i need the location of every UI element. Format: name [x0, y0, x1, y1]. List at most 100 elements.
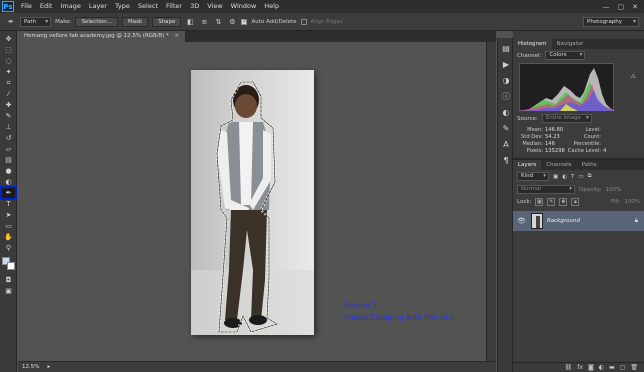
- gear-icon[interactable]: ⚙: [227, 17, 237, 27]
- menu-select[interactable]: Select: [134, 0, 162, 13]
- opacity-value[interactable]: 100%: [606, 187, 622, 193]
- close-icon[interactable]: ✕: [632, 3, 638, 11]
- type-tool-icon[interactable]: T: [2, 199, 15, 209]
- mask-button[interactable]: Mask: [122, 16, 149, 27]
- lock-all-icon[interactable]: 🔒︎: [571, 198, 580, 206]
- path-operations-icon[interactable]: ◧: [185, 17, 195, 27]
- menu-edit[interactable]: Edit: [36, 0, 57, 13]
- new-layer-icon[interactable]: ▢: [620, 364, 626, 371]
- filter-smart-object-icon[interactable]: ⧉: [588, 173, 592, 180]
- source-select[interactable]: Entire Image: [541, 114, 592, 123]
- magic-wand-tool-icon[interactable]: ✦: [2, 67, 15, 77]
- status-arrow-icon[interactable]: ▸: [47, 364, 50, 370]
- background-color-swatch[interactable]: [7, 262, 15, 270]
- vertical-scrollbar[interactable]: [486, 42, 496, 361]
- fill-value[interactable]: 100%: [624, 199, 640, 205]
- maximize-icon[interactable]: ▢: [618, 3, 625, 11]
- layer-filter-select[interactable]: Kind: [517, 172, 549, 181]
- character-panel-icon[interactable]: A: [500, 138, 512, 150]
- link-icon[interactable]: ⛓: [565, 364, 573, 371]
- eyedropper-tool-icon[interactable]: ⁄: [2, 89, 15, 99]
- lock-pixels-icon[interactable]: ✎: [547, 198, 556, 206]
- eye-icon[interactable]: 👁︎: [517, 217, 527, 225]
- pen-tool-icon[interactable]: ✒: [0, 186, 17, 200]
- workspace-select[interactable]: Photography: [583, 17, 639, 27]
- document-photo[interactable]: [191, 70, 314, 335]
- menu-help[interactable]: Help: [260, 0, 283, 13]
- marquee-tool-icon[interactable]: ⬚: [2, 45, 15, 55]
- clone-stamp-tool-icon[interactable]: ⊥: [2, 122, 15, 132]
- auto-add-delete-label: Auto Add/Delete: [251, 18, 297, 25]
- menu-image[interactable]: Image: [56, 0, 84, 13]
- paragraph-panel-icon[interactable]: ¶: [500, 154, 512, 166]
- stat-count-label: Count:: [583, 134, 601, 140]
- lasso-tool-icon[interactable]: ◌: [2, 56, 15, 66]
- minimize-icon[interactable]: —: [603, 3, 610, 11]
- history-panel-icon[interactable]: ▤: [500, 42, 512, 54]
- path-selection-tool-icon[interactable]: ➤: [2, 210, 15, 220]
- pen-tool-preset-icon[interactable]: ✒: [6, 17, 16, 27]
- tab-paths[interactable]: Paths: [577, 160, 602, 170]
- adjustment-icon[interactable]: ◐: [599, 364, 604, 371]
- lock-transparent-icon[interactable]: ▦: [535, 198, 544, 206]
- history-brush-tool-icon[interactable]: ↺: [2, 133, 15, 143]
- filter-type-icon[interactable]: T: [571, 174, 574, 180]
- pen-mode-select[interactable]: Path: [20, 16, 52, 27]
- info-panel-icon[interactable]: ⓘ: [500, 90, 512, 102]
- brush-tool-icon[interactable]: ✎: [2, 111, 15, 121]
- tab-histogram[interactable]: Histogram: [513, 39, 552, 49]
- fx-icon[interactable]: fx: [577, 364, 583, 371]
- trash-icon[interactable]: 🗑︎: [630, 364, 638, 371]
- warning-icon[interactable]: ⚠: [631, 73, 636, 80]
- menu-3d[interactable]: 3D: [186, 0, 203, 13]
- filter-pixel-icon[interactable]: ▣: [553, 174, 558, 180]
- lock-position-icon[interactable]: ✥: [559, 198, 568, 206]
- selection-button[interactable]: Selection...: [75, 16, 119, 27]
- menu-type[interactable]: Type: [111, 0, 134, 13]
- quick-mask-icon[interactable]: ◘: [2, 275, 15, 285]
- path-arrangement-icon[interactable]: ⇅: [213, 17, 223, 27]
- healing-brush-tool-icon[interactable]: ✚: [2, 100, 15, 110]
- menu-filter[interactable]: Filter: [162, 0, 186, 13]
- layers-footer: ⛓ fx ◙ ◐ ▬ ▢ 🗑︎: [513, 362, 644, 372]
- folder-icon[interactable]: ▬: [609, 364, 615, 371]
- hand-tool-icon[interactable]: ✋: [2, 232, 15, 242]
- close-tab-icon[interactable]: ×: [175, 33, 180, 39]
- filter-shape-icon[interactable]: ▭: [578, 174, 583, 180]
- screen-mode-icon[interactable]: ▣: [2, 286, 15, 296]
- canvas-area[interactable]: Screen 2 Image Cropping with Pen tool: [18, 42, 486, 361]
- blur-tool-icon[interactable]: ●: [2, 166, 15, 176]
- tab-navigator[interactable]: Navigator: [552, 39, 589, 49]
- eraser-tool-icon[interactable]: ▱: [2, 144, 15, 154]
- shape-tool-icon[interactable]: ▭: [2, 221, 15, 231]
- gradient-tool-icon[interactable]: ▤: [2, 155, 15, 165]
- layer-row-background[interactable]: 👁︎ Background 🔒︎: [513, 211, 644, 231]
- menu-file[interactable]: File: [17, 0, 36, 13]
- mask-icon[interactable]: ◙: [588, 364, 594, 371]
- tab-channels[interactable]: Channels: [541, 160, 576, 170]
- stat-stddev-label: Std Dev:: [521, 134, 543, 140]
- filter-adjustment-icon[interactable]: ◐: [562, 174, 567, 180]
- tab-layers[interactable]: Layers: [513, 160, 542, 170]
- color-panel-icon[interactable]: ◐: [500, 106, 512, 118]
- shape-button[interactable]: Shape: [152, 16, 182, 27]
- actions-panel-icon[interactable]: ▶: [500, 58, 512, 70]
- move-tool-icon[interactable]: ✥: [2, 34, 15, 44]
- document-tab[interactable]: Hemang vellore fab academy.jpg @ 12.5% (…: [18, 31, 187, 42]
- menu-view[interactable]: View: [203, 0, 226, 13]
- channel-select[interactable]: Colors: [545, 51, 586, 60]
- color-swatches[interactable]: [2, 257, 15, 271]
- brush-panel-icon[interactable]: ✎: [500, 122, 512, 134]
- align-edges-checkbox[interactable]: [300, 18, 307, 25]
- crop-tool-icon[interactable]: ⌗: [2, 78, 15, 88]
- auto-add-delete-checkbox[interactable]: ✓: [241, 18, 248, 25]
- zoom-tool-icon[interactable]: ⚲: [2, 243, 15, 253]
- dodge-tool-icon[interactable]: ◐: [2, 177, 15, 187]
- adjustments-panel-icon[interactable]: ◑: [500, 74, 512, 86]
- menu-window[interactable]: Window: [227, 0, 261, 13]
- zoom-level[interactable]: 12.5%: [22, 364, 39, 370]
- path-alignment-icon[interactable]: ≡: [199, 17, 209, 27]
- menu-layer[interactable]: Layer: [85, 0, 111, 13]
- histogram-panel-tabs: Histogram Navigator: [513, 39, 644, 49]
- blend-mode-select[interactable]: Normal: [517, 185, 575, 194]
